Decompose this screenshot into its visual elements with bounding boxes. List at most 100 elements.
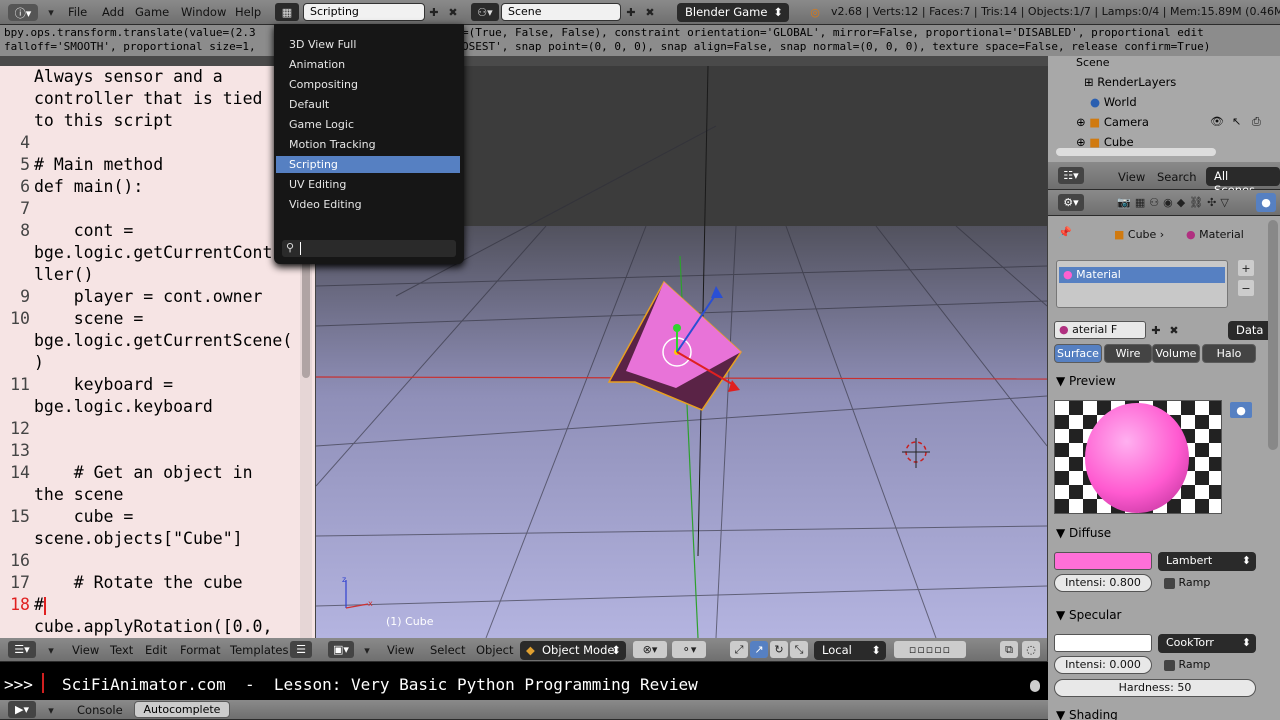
manipulator-toggle-icon[interactable]: ⤢ xyxy=(730,641,748,658)
scale-icon[interactable]: ⤡ xyxy=(790,641,808,658)
autocomplete-button[interactable]: Autocomplete xyxy=(134,701,230,718)
layout-menu-item[interactable]: Video Editing xyxy=(276,196,460,213)
outliner-item-camera[interactable]: ⊕ ■ Camera xyxy=(1076,115,1149,129)
layout-menu-item[interactable]: UV Editing xyxy=(276,176,460,193)
menu-game[interactable]: Game xyxy=(135,5,169,19)
material-tab-halo[interactable]: Halo xyxy=(1202,344,1256,363)
translate-icon[interactable]: ↗ xyxy=(750,641,768,658)
text-menu-view[interactable]: View xyxy=(72,643,99,657)
console-collapse-icon[interactable]: ▾ xyxy=(44,702,58,718)
properties-editor-icon[interactable]: ⚙▾ xyxy=(1058,194,1084,211)
viewport-collapse-icon[interactable]: ▾ xyxy=(360,642,374,658)
outliner-item-cube[interactable]: ⊕ ■ Cube xyxy=(1076,135,1134,149)
diffuse-shader-select[interactable]: Lambert ⬍ xyxy=(1158,552,1256,571)
diffuse-intensity-field[interactable]: Intensi: 0.800 xyxy=(1054,574,1152,592)
selectability-cursor-icon[interactable]: ↖ xyxy=(1232,115,1241,128)
menu-add[interactable]: Add xyxy=(102,5,124,19)
specular-shader-select[interactable]: CookTorr ⬍ xyxy=(1158,634,1256,653)
material-tab-surface[interactable]: Surface xyxy=(1054,344,1102,363)
specular-ramp-checkbox[interactable]: Ramp xyxy=(1164,658,1210,671)
menu-file[interactable]: File xyxy=(68,5,87,19)
outliner-editor-icon[interactable]: ☷▾ xyxy=(1058,167,1084,184)
context-tabs-icon[interactable]: 📷▦⚇◉◆⛓✣▽ xyxy=(1100,194,1250,211)
diffuse-ramp-checkbox[interactable]: Ramp xyxy=(1164,576,1210,589)
screen-layout-icon[interactable]: ▦ xyxy=(275,3,299,21)
material-tab-icon[interactable]: ● xyxy=(1256,193,1276,212)
outliner-item-scene[interactable]: Scene xyxy=(1076,56,1110,69)
preview-sphere-icon[interactable]: ● xyxy=(1230,402,1252,418)
mode-select[interactable]: ◆ Object Mode ⬍ xyxy=(520,641,626,660)
text-menu-edit[interactable]: Edit xyxy=(145,643,167,657)
text-menu-format[interactable]: Format xyxy=(180,643,221,657)
render-engine-select[interactable]: Blender Game ⬍ xyxy=(677,3,789,22)
console-menu[interactable]: Console xyxy=(77,703,123,717)
pin-icon[interactable]: 📌 xyxy=(1058,226,1072,239)
outliner-item-renderlayers[interactable]: ⊞ RenderLayers xyxy=(1084,75,1176,89)
outliner-menu-search[interactable]: Search xyxy=(1157,170,1197,184)
datablock-add-icon[interactable]: ✚ xyxy=(1148,321,1164,339)
all-scenes-select[interactable]: All Scenes xyxy=(1206,167,1280,197)
menu-window[interactable]: Window xyxy=(181,5,226,19)
outliner-hscroll[interactable] xyxy=(1056,148,1216,156)
datablock-field[interactable]: ● aterial F xyxy=(1054,321,1146,339)
layout-menu-item[interactable]: Compositing xyxy=(276,76,460,93)
layout-search-field[interactable]: ⚲ xyxy=(282,240,456,257)
add-scene-icon[interactable]: ✚ xyxy=(624,4,638,20)
render-preview-icon[interactable]: ◌ xyxy=(1022,641,1040,658)
shading-icon[interactable]: ⊗▾ xyxy=(633,641,667,658)
renderability-camera-icon[interactable]: ⎙ xyxy=(1252,115,1261,129)
layout-menu-item[interactable]: Default xyxy=(276,96,460,113)
viewport-menu-view[interactable]: View xyxy=(387,643,414,657)
layout-menu-item[interactable]: Animation xyxy=(276,56,460,73)
viewport-menu-object[interactable]: Object xyxy=(476,643,513,657)
console-scrollbar[interactable] xyxy=(1030,680,1040,692)
viewport-editor-type-icon[interactable]: ▣▾ xyxy=(328,641,354,658)
specular-intensity-field[interactable]: Intensi: 0.000 xyxy=(1054,656,1152,674)
layout-menu-item[interactable]: Game Logic xyxy=(276,116,460,133)
data-link-select[interactable]: Data xyxy=(1228,321,1272,340)
datablock-unlink-icon[interactable]: ✖ xyxy=(1166,321,1182,339)
layout-menu-item[interactable]: Scripting xyxy=(276,156,460,173)
lock-layers-icon[interactable]: ⧉ xyxy=(1000,641,1018,658)
info-editor-icon[interactable]: ⓘ▾ xyxy=(8,4,38,21)
material-slot-list[interactable]: ● Material xyxy=(1056,260,1228,308)
outliner-item-world[interactable]: ● World xyxy=(1090,95,1137,109)
layers-icon[interactable]: ▫▫▫▫▫ xyxy=(894,641,966,658)
viewport-menu-select[interactable]: Select xyxy=(430,643,465,657)
scene-icon[interactable]: ⚇▾ xyxy=(471,3,499,21)
collapse-icon[interactable]: ▾ xyxy=(44,4,58,21)
slot-remove-icon[interactable]: − xyxy=(1238,280,1254,296)
text-editor[interactable]: Always sensor and a controller that is ti… xyxy=(0,66,316,638)
layout-menu-item[interactable]: Motion Tracking xyxy=(276,136,460,153)
shading-panel-header[interactable]: ▼ Shading xyxy=(1056,708,1118,720)
remove-layout-icon[interactable]: ✖ xyxy=(446,4,460,20)
text-menu-text[interactable]: Text xyxy=(110,643,133,657)
material-tab-volume[interactable]: Volume xyxy=(1152,344,1200,363)
editor-type-icon[interactable]: ☰▾ xyxy=(8,641,36,658)
hardness-field[interactable]: Hardness: 50 xyxy=(1054,679,1256,697)
add-layout-icon[interactable]: ✚ xyxy=(427,4,441,20)
rotate-icon[interactable]: ↻ xyxy=(770,641,788,658)
properties-scrollbar[interactable] xyxy=(1268,220,1278,450)
diffuse-panel-header[interactable]: ▼ Diffuse xyxy=(1056,526,1111,540)
preview-panel-header[interactable]: ▼ Preview xyxy=(1056,374,1116,388)
python-console[interactable]: >>> SciFiAnimator.com - Lesson: Very Bas… xyxy=(0,662,1048,700)
outliner[interactable]: Scene ⊞ RenderLayers ● World ⊕ ■ Camera … xyxy=(1048,56,1280,162)
slot-add-icon[interactable]: + xyxy=(1238,260,1254,276)
layout-menu-item[interactable]: 3D View Full xyxy=(276,36,460,53)
orientation-select[interactable]: Local ⬍ xyxy=(814,641,886,660)
pivot-icon[interactable]: ⚬▾ xyxy=(672,641,706,658)
diffuse-color-swatch[interactable] xyxy=(1054,552,1152,570)
scene-field[interactable]: Scene xyxy=(501,3,621,21)
layout-field[interactable]: Scripting xyxy=(303,3,425,21)
material-slot-item[interactable]: ● Material xyxy=(1059,267,1225,283)
remove-scene-icon[interactable]: ✖ xyxy=(643,4,657,20)
material-tab-wire[interactable]: Wire xyxy=(1104,344,1152,363)
visibility-eye-icon[interactable]: 👁 xyxy=(1210,115,1224,128)
text-menu-templates[interactable]: Templates xyxy=(230,643,288,657)
menu-help[interactable]: Help xyxy=(235,5,261,19)
text-datablock-icon[interactable]: ☰ xyxy=(290,641,312,658)
console-editor-icon[interactable]: ▶▾ xyxy=(8,701,36,718)
specular-panel-header[interactable]: ▼ Specular xyxy=(1056,608,1122,622)
outliner-menu-view[interactable]: View xyxy=(1118,170,1145,184)
